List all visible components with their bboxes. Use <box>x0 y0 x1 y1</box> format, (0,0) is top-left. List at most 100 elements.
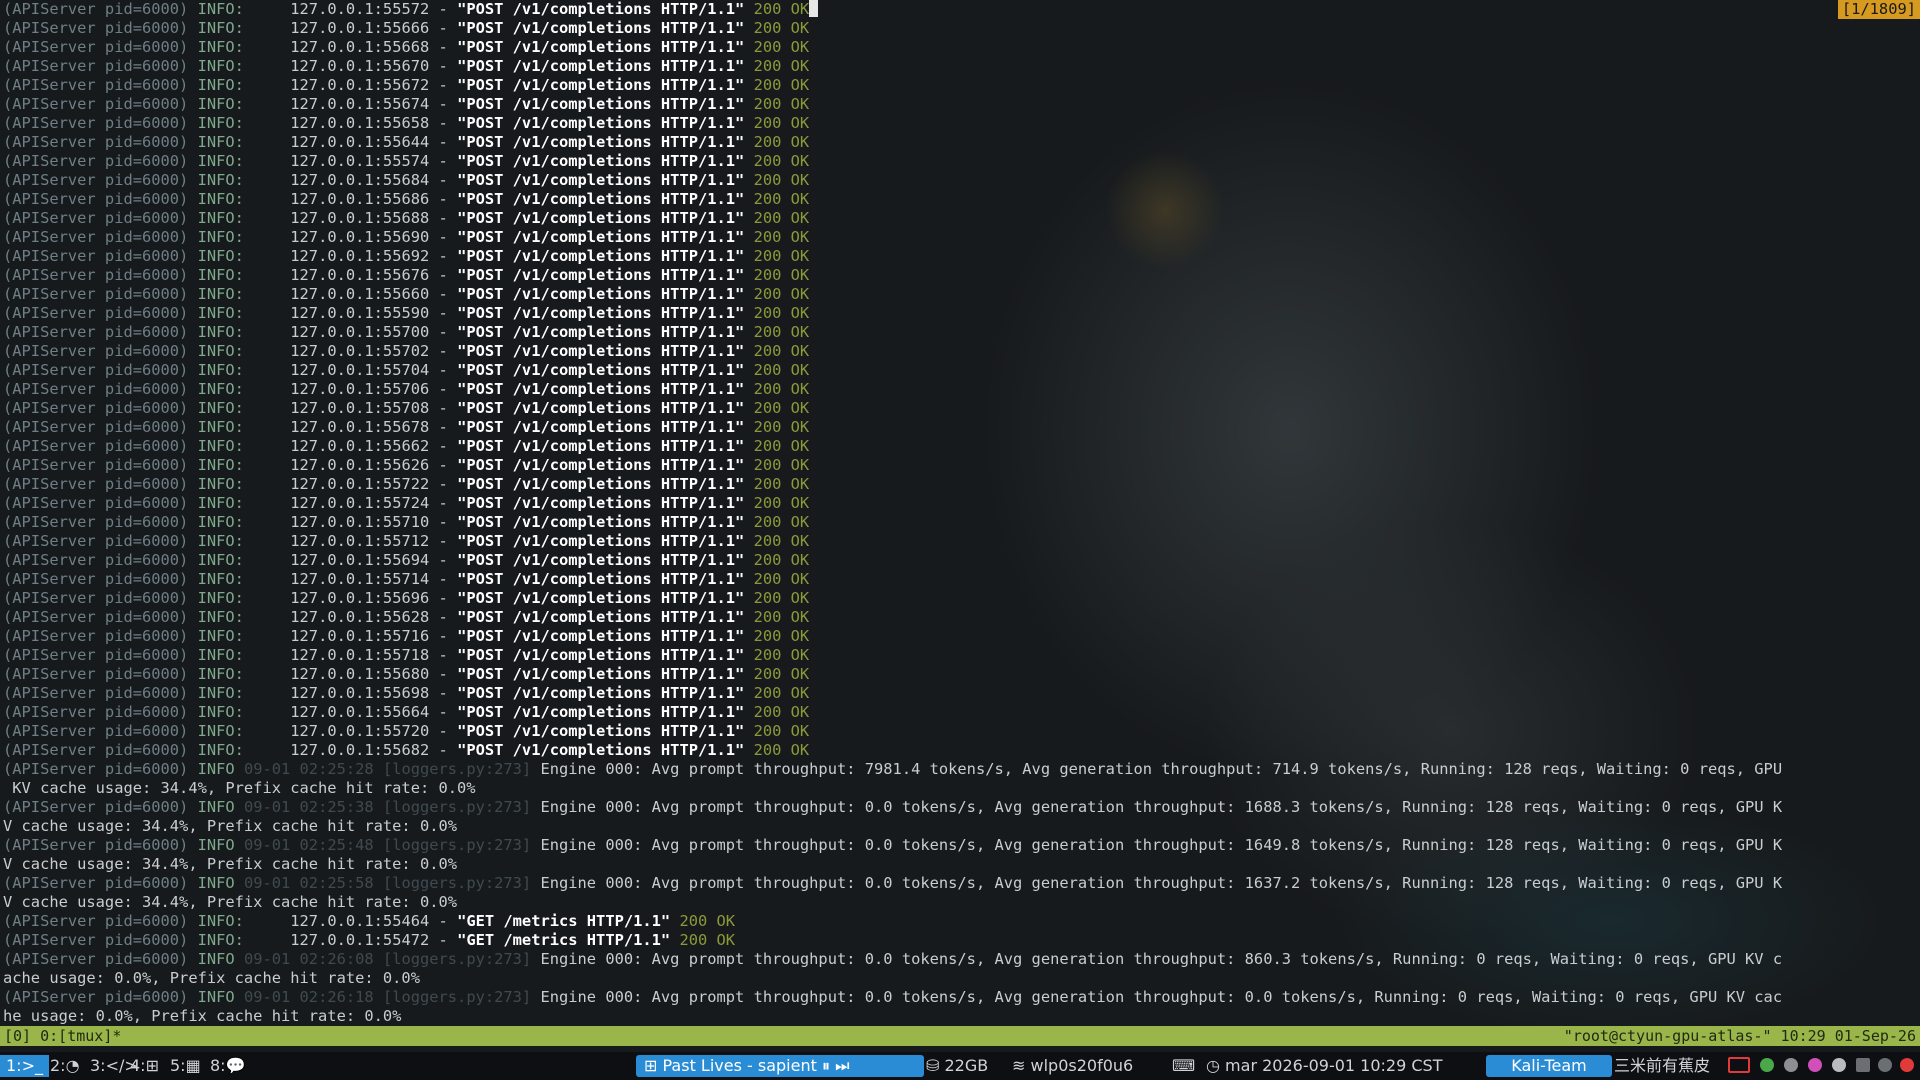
clock-widget[interactable]: ◷ mar 2026-09-01 10:29 CST <box>1206 1055 1442 1077</box>
log-timestamp-source: 09-01 02:25:38 [loggers.py:273] <box>243 798 541 816</box>
log-client: 127.0.0.1:55686 - <box>290 190 458 208</box>
log-level: INFO <box>197 836 244 854</box>
log-status: 200 OK <box>670 931 736 949</box>
clipboard-tray-icon[interactable] <box>1856 1058 1870 1072</box>
play-tray-icon[interactable] <box>1760 1058 1774 1072</box>
log-process: (APIServer pid=6000) <box>3 114 198 132</box>
log-line: (APIServer pid=6000) INFO: 127.0.0.1:556… <box>0 114 1920 133</box>
log-request: "POST /v1/completions HTTP/1.1" <box>457 646 745 664</box>
log-client: 127.0.0.1:55696 - <box>290 589 458 607</box>
disk-widget: ⛁ 22GB <box>926 1055 988 1077</box>
log-status: 200 OK <box>744 494 810 512</box>
disk-icon: ⛁ <box>926 1056 945 1075</box>
log-client: 127.0.0.1:55680 - <box>290 665 458 683</box>
team-badge[interactable]: Kali-Team <box>1486 1055 1612 1077</box>
log-request: "POST /v1/completions HTTP/1.1" <box>457 342 745 360</box>
log-level: INFO: <box>197 171 291 189</box>
log-request: "GET /metrics HTTP/1.1" <box>457 912 671 930</box>
log-level: INFO: <box>197 209 291 227</box>
log-request: "POST /v1/completions HTTP/1.1" <box>457 114 745 132</box>
log-status: 200 OK <box>744 133 810 151</box>
log-wrap-line: V cache usage: 34.4%, Prefix cache hit r… <box>0 855 1920 874</box>
workspace-6-button[interactable]: 8:💬 <box>206 1055 250 1077</box>
next-track-icon[interactable]: ⏭ <box>830 1056 849 1075</box>
log-request: "POST /v1/completions HTTP/1.1" <box>457 0 745 18</box>
record-icon[interactable] <box>1728 1057 1750 1073</box>
log-message: Engine 000: Avg prompt throughput: 0.0 t… <box>540 798 1783 816</box>
workspace-5-button[interactable]: 5:▦ <box>166 1055 205 1077</box>
log-timestamp-source: 09-01 02:26:18 [loggers.py:273] <box>243 988 541 1006</box>
log-status: 200 OK <box>744 513 810 531</box>
log-status: 200 OK <box>744 437 810 455</box>
log-process: (APIServer pid=6000) <box>3 247 198 265</box>
log-process: (APIServer pid=6000) <box>3 342 198 360</box>
log-level: INFO: <box>197 38 291 56</box>
log-level: INFO <box>197 874 244 892</box>
keyboard-icon[interactable]: ⌨ <box>1172 1055 1195 1077</box>
log-request: "POST /v1/completions HTTP/1.1" <box>457 323 745 341</box>
log-level: INFO: <box>197 551 291 569</box>
pause-icon[interactable]: ⏸ <box>822 1056 830 1075</box>
log-line: (APIServer pid=6000) INFO: 127.0.0.1:556… <box>0 684 1920 703</box>
log-level: INFO: <box>197 912 291 930</box>
log-request: "POST /v1/completions HTTP/1.1" <box>457 722 745 740</box>
log-line: (APIServer pid=6000) INFO: 127.0.0.1:557… <box>0 646 1920 665</box>
volume-icon[interactable] <box>1878 1058 1892 1072</box>
now-playing-title: Past Lives - sapient <box>662 1056 817 1075</box>
network-widget[interactable]: ≋ wlp0s20f0u6 <box>1012 1055 1133 1077</box>
log-line: (APIServer pid=6000) INFO: 127.0.0.1:557… <box>0 627 1920 646</box>
log-line: (APIServer pid=6000) INFO: 127.0.0.1:557… <box>0 570 1920 589</box>
log-process: (APIServer pid=6000) <box>3 190 198 208</box>
log-process: (APIServer pid=6000) <box>3 228 198 246</box>
log-process: (APIServer pid=6000) <box>3 874 198 892</box>
log-request: "POST /v1/completions HTTP/1.1" <box>457 684 745 702</box>
log-message: V cache usage: 34.4%, Prefix cache hit r… <box>3 817 458 835</box>
log-wrap-line: ache usage: 0.0%, Prefix cache hit rate:… <box>0 969 1920 988</box>
log-status: 200 OK <box>744 19 810 37</box>
log-process: (APIServer pid=6000) <box>3 836 198 854</box>
log-level: INFO: <box>197 608 291 626</box>
log-request: "POST /v1/completions HTTP/1.1" <box>457 532 745 550</box>
media-player-widget[interactable]: ⊞ Past Lives - sapient ⏸ ⏭ <box>636 1055 924 1077</box>
tmux-session-window[interactable]: [0] 0:[tmux]* <box>4 1026 121 1046</box>
log-level: INFO: <box>197 475 291 493</box>
workspace-1-button[interactable]: 1:>_ <box>0 1055 49 1077</box>
log-client: 127.0.0.1:55688 - <box>290 209 458 227</box>
log-line: (APIServer pid=6000) INFO: 127.0.0.1:556… <box>0 551 1920 570</box>
log-level: INFO: <box>197 456 291 474</box>
log-client: 127.0.0.1:55674 - <box>290 95 458 113</box>
browser-tray-icon[interactable] <box>1808 1058 1822 1072</box>
log-line: (APIServer pid=6000) INFO: 127.0.0.1:557… <box>0 513 1920 532</box>
workspace-2-button[interactable]: 2:◔ <box>46 1055 84 1077</box>
cloud-tray-icon[interactable] <box>1832 1058 1846 1072</box>
log-line: (APIServer pid=6000) INFO: 127.0.0.1:556… <box>0 285 1920 304</box>
terminal-pane[interactable]: (APIServer pid=6000) INFO: 127.0.0.1:555… <box>0 0 1920 1026</box>
scroll-position-indicator: [1/1809] <box>1837 0 1920 19</box>
log-process: (APIServer pid=6000) <box>3 722 198 740</box>
log-status: 200 OK <box>744 285 810 303</box>
log-process: (APIServer pid=6000) <box>3 513 198 531</box>
log-request: "POST /v1/completions HTTP/1.1" <box>457 475 745 493</box>
log-process: (APIServer pid=6000) <box>3 209 198 227</box>
log-status: 200 OK <box>744 0 810 18</box>
log-process: (APIServer pid=6000) <box>3 304 198 322</box>
log-timestamp-source: 09-01 02:26:08 [loggers.py:273] <box>243 950 541 968</box>
chat-tray-icon[interactable] <box>1784 1058 1798 1072</box>
system-taskbar: 1:>_ 2:◔ 3:</> 4:⊞ 5:▦ 8:💬 ⊞ Past Lives - sap… <box>0 1052 1920 1080</box>
workspace-4-button[interactable]: 4:⊞ <box>126 1055 163 1077</box>
log-client: 127.0.0.1:55710 - <box>290 513 458 531</box>
log-process: (APIServer pid=6000) <box>3 646 198 664</box>
log-client: 127.0.0.1:55716 - <box>290 627 458 645</box>
power-tray-icon[interactable] <box>1900 1058 1914 1072</box>
log-line: (APIServer pid=6000) INFO: 127.0.0.1:556… <box>0 228 1920 247</box>
log-line: (APIServer pid=6000) INFO: 127.0.0.1:557… <box>0 494 1920 513</box>
log-process: (APIServer pid=6000) <box>3 684 198 702</box>
log-level: INFO: <box>197 228 291 246</box>
log-client: 127.0.0.1:55684 - <box>290 171 458 189</box>
log-client: 127.0.0.1:55664 - <box>290 703 458 721</box>
log-message: V cache usage: 34.4%, Prefix cache hit r… <box>3 893 458 911</box>
log-process: (APIServer pid=6000) <box>3 665 198 683</box>
log-timestamp-source: 09-01 02:25:28 [loggers.py:273] <box>243 760 541 778</box>
log-level: INFO <box>197 798 244 816</box>
log-client: 127.0.0.1:55662 - <box>290 437 458 455</box>
